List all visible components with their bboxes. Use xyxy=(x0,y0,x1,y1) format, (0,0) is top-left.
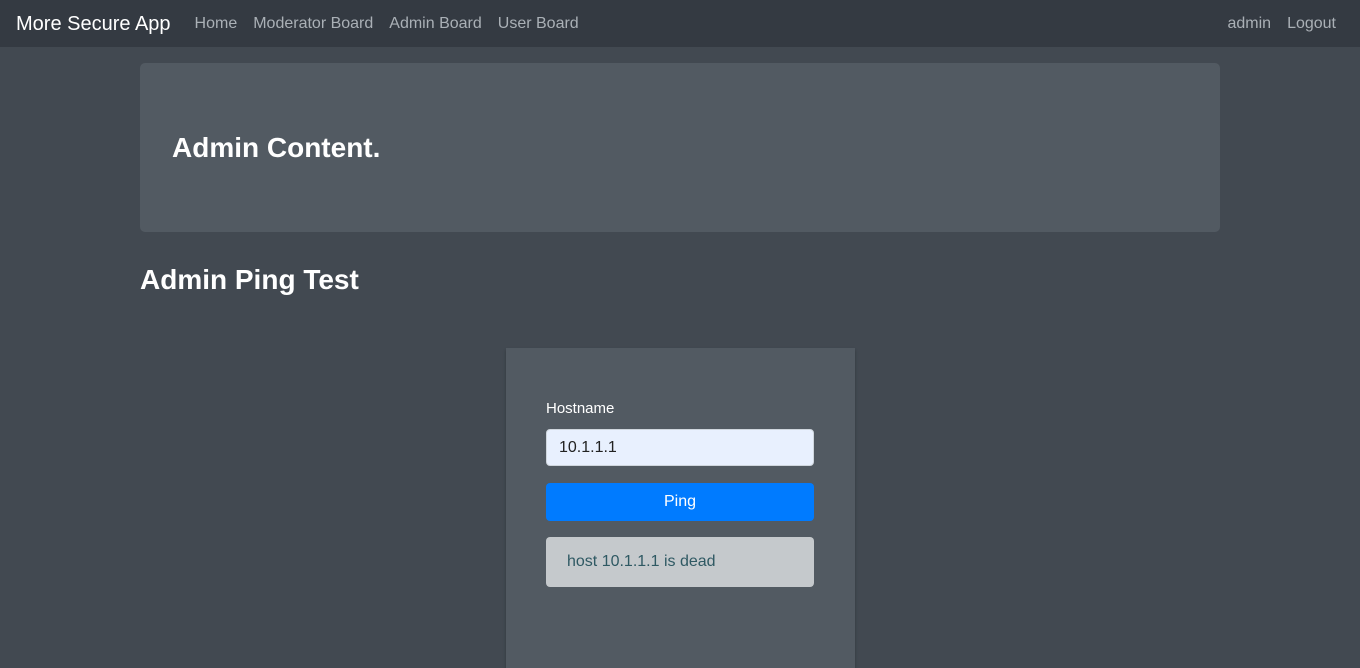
nav-left-group: Home Moderator Board Admin Board User Bo… xyxy=(187,4,587,44)
ping-result-alert: host 10.1.1.1 is dead xyxy=(546,537,814,587)
ping-form-card: Hostname Ping host 10.1.1.1 is dead xyxy=(506,348,855,668)
nav-logout-link[interactable]: Logout xyxy=(1279,4,1336,44)
nav-profile-link[interactable]: admin xyxy=(1219,4,1279,44)
nav-user-board-link[interactable]: User Board xyxy=(490,4,587,44)
nav-right-group: admin Logout xyxy=(1219,4,1336,44)
jumbotron-heading: Admin Content. xyxy=(172,131,381,163)
hostname-label: Hostname xyxy=(546,400,615,417)
top-navbar: More Secure App Home Moderator Board Adm… xyxy=(0,0,1360,47)
nav-admin-board-link[interactable]: Admin Board xyxy=(381,4,490,44)
brand-link[interactable]: More Secure App xyxy=(16,4,171,44)
nav-moderator-board-link[interactable]: Moderator Board xyxy=(245,4,381,44)
ping-button[interactable]: Ping xyxy=(546,483,814,521)
ping-result-text: host 10.1.1.1 is dead xyxy=(567,553,716,570)
admin-content-jumbotron: Admin Content. xyxy=(140,63,1220,232)
hostname-input[interactable] xyxy=(546,429,814,466)
ping-test-title: Admin Ping Test xyxy=(140,264,359,295)
nav-home-link[interactable]: Home xyxy=(187,4,246,44)
